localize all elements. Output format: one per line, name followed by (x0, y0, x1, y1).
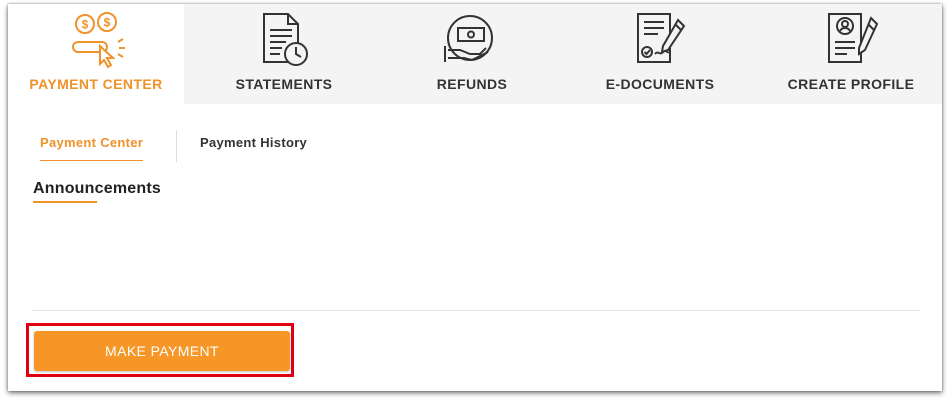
tab-create-profile[interactable]: CREATE PROFILE (760, 4, 942, 104)
tab-statements[interactable]: STATEMENTS (184, 4, 384, 104)
payment-portal-panel: $ $ PAYMENT CENTER STATEMENTS REFUNDS E-… (8, 4, 942, 391)
document-signature-icon (637, 13, 686, 63)
tab-label: E-DOCUMENTS (605, 76, 715, 92)
svg-text:$: $ (104, 16, 111, 30)
tab-e-documents[interactable]: E-DOCUMENTS (560, 4, 760, 104)
dollar-coins-cursor-icon: $ $ (72, 12, 125, 69)
tab-label: REFUNDS (436, 76, 508, 92)
tab-payment-center[interactable]: $ $ PAYMENT CENTER (8, 4, 184, 104)
tab-label: STATEMENTS (235, 76, 333, 92)
tab-label: CREATE PROFILE (787, 76, 915, 92)
tab-refunds[interactable]: REFUNDS (384, 4, 560, 104)
document-clock-icon (263, 13, 308, 66)
make-payment-button[interactable]: MAKE PAYMENT (34, 331, 290, 371)
main-tab-bar: $ $ PAYMENT CENTER STATEMENTS REFUNDS E-… (8, 4, 942, 104)
announcements-heading: Announcements (33, 180, 161, 197)
subtab-payment-history[interactable]: Payment History (200, 126, 307, 160)
heading-underline (33, 201, 97, 203)
svg-text:$: $ (82, 18, 89, 32)
subnav-divider (176, 130, 177, 162)
hand-money-icon (444, 15, 493, 62)
tab-label: PAYMENT CENTER (29, 76, 163, 92)
subtab-payment-center[interactable]: Payment Center (40, 126, 144, 161)
profile-document-pen-icon (828, 13, 879, 63)
content-divider (32, 310, 920, 311)
